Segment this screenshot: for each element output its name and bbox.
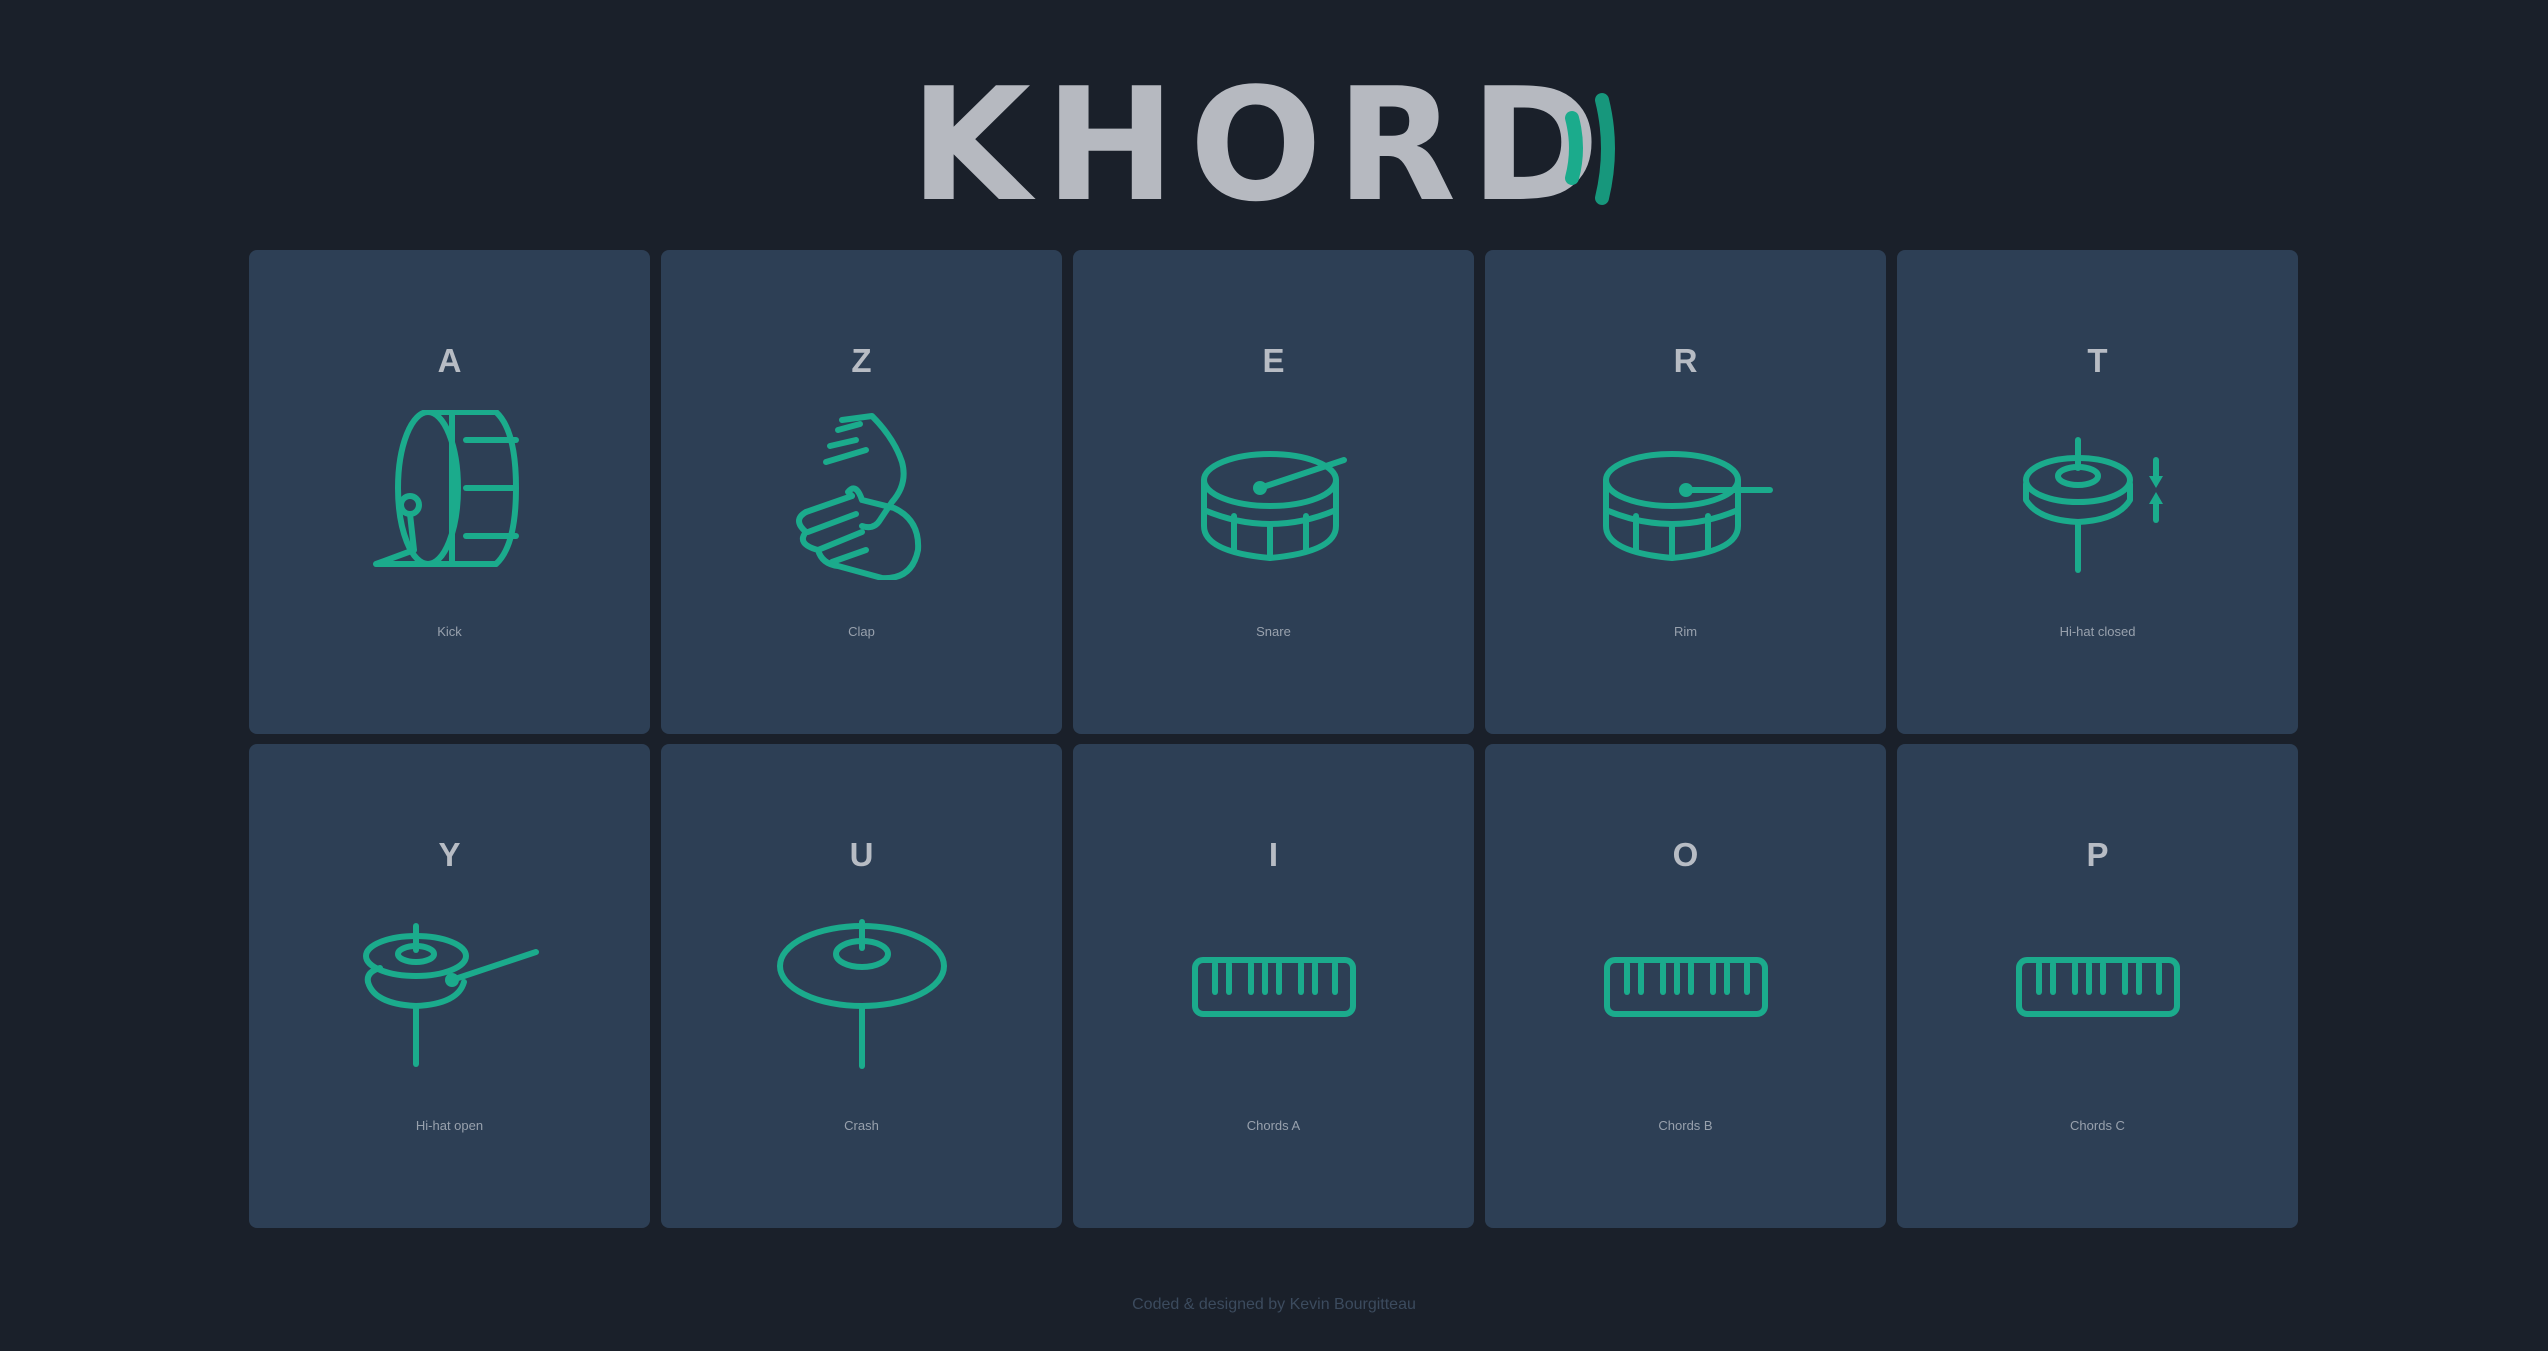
keyboard-icon: [1189, 904, 1359, 1079]
logo-text: KHORD: [910, 54, 1614, 236]
hihat-closed-icon: [2018, 410, 2178, 585]
keyboard-icon: [1601, 904, 1771, 1079]
snare-drum-icon: [1194, 410, 1354, 585]
pad-label: Chords B: [1658, 1118, 1713, 1133]
sound-waves-icon: [1565, 93, 1615, 205]
pad-label: Snare: [1256, 624, 1291, 639]
kick-drum-icon: [370, 409, 530, 585]
pad-key: Z: [851, 342, 872, 379]
khord-logo: KHORD: [910, 54, 1630, 236]
pad-chords-c[interactable]: P Chords C: [1897, 744, 2298, 1228]
pad-key: Y: [438, 836, 461, 873]
crash-cymbal-icon: [772, 904, 952, 1079]
pad-label: Hi-hat open: [415, 1118, 484, 1133]
hihat-open-icon: [360, 904, 540, 1079]
pad-clap[interactable]: Z Clap: [661, 250, 1062, 734]
drum-pad-grid: A Kick Z Clap E Snare R Rim T Hi-hat clo…: [249, 250, 2298, 1228]
pad-key: I: [1268, 836, 1279, 873]
pad-hihat-closed[interactable]: T Hi-hat closed: [1897, 250, 2298, 734]
pad-label: Clap: [848, 624, 875, 639]
footer-credit: Coded & designed by Kevin Bourgitteau: [1132, 1296, 1416, 1313]
pad-label: Chords C: [2070, 1118, 2125, 1133]
pad-label: Rim: [1673, 624, 1698, 639]
pad-label: Hi-hat closed: [2059, 624, 2136, 639]
pad-crash[interactable]: U Crash: [661, 744, 1062, 1228]
pad-key: A: [437, 342, 462, 379]
pad-label: Kick: [437, 624, 462, 639]
rim-icon: [1596, 410, 1776, 585]
pad-chords-b[interactable]: O Chords B: [1485, 744, 1886, 1228]
clap-icon: [782, 410, 942, 585]
pad-hihat-open[interactable]: Y Hi-hat open: [249, 744, 650, 1228]
pad-key: T: [2087, 342, 2108, 379]
pad-chords-a[interactable]: I Chords A: [1073, 744, 1474, 1228]
pad-kick[interactable]: A Kick: [249, 250, 650, 734]
pad-key: E: [1262, 342, 1285, 379]
pad-snare[interactable]: E Snare: [1073, 250, 1474, 734]
pad-key: P: [2086, 836, 2109, 873]
pad-key: O: [1672, 836, 1699, 873]
keyboard-icon: [2013, 904, 2183, 1079]
pad-label: Chords A: [1246, 1118, 1301, 1133]
pad-label: Crash: [844, 1118, 879, 1133]
pad-key: R: [1673, 342, 1698, 379]
pad-key: U: [849, 836, 874, 873]
pad-rim[interactable]: R Rim: [1485, 250, 1886, 734]
